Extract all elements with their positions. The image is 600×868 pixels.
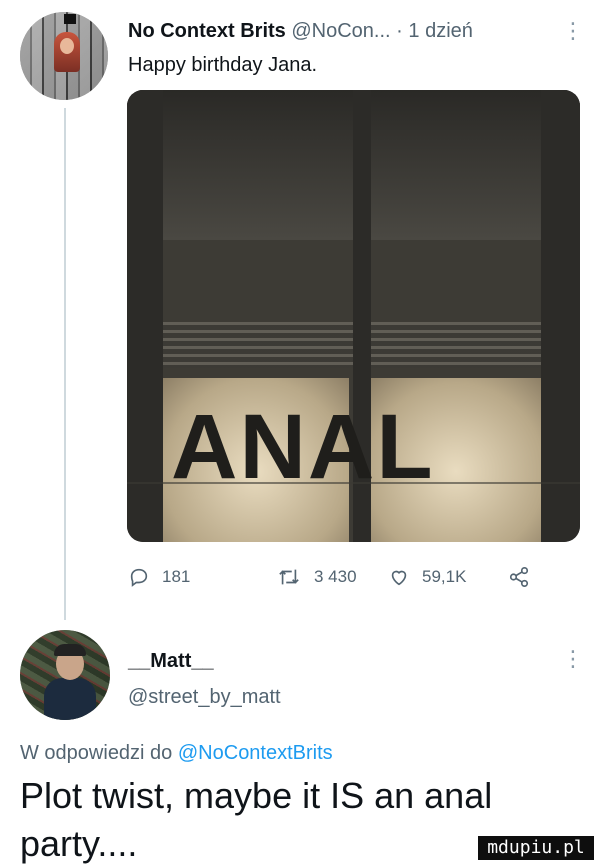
thread-connector-line <box>64 108 66 620</box>
share-icon <box>509 567 529 587</box>
retweet-button[interactable]: 3 430 <box>276 566 357 588</box>
replying-to-link[interactable]: @NoContextBrits <box>178 742 333 764</box>
share-button[interactable] <box>508 566 530 588</box>
author-avatar[interactable] <box>20 12 108 100</box>
replying-to-prefix: W odpowiedzi do <box>20 742 173 764</box>
reply-author-handle[interactable]: @street_by_matt <box>128 686 281 709</box>
more-vertical-icon[interactable]: ⋮ <box>562 648 584 670</box>
reply-icon <box>130 568 148 587</box>
tweet-timestamp[interactable]: 1 dzień <box>408 20 473 42</box>
reply-count: 181 <box>162 567 191 586</box>
heart-icon <box>391 570 407 586</box>
separator-dot: · <box>396 20 403 42</box>
retweet-count: 3 430 <box>314 567 357 586</box>
site-watermark: mdupiu.pl <box>478 836 594 860</box>
tweet-media-image[interactable]: ANAL <box>127 90 580 542</box>
reply-author-avatar[interactable] <box>20 630 110 720</box>
tweet-text: Happy birthday Jana. <box>128 54 318 76</box>
tweet-header: No Context Brits @NoCon... · 1 dzień <box>128 20 473 43</box>
retweet-icon <box>279 569 299 585</box>
like-count: 59,1K <box>422 567 467 586</box>
balloon-letters: ANAL <box>171 396 435 498</box>
reply-author-name[interactable]: __Matt__ <box>128 650 214 673</box>
more-vertical-icon[interactable]: ⋮ <box>562 20 584 42</box>
like-button[interactable]: 59,1K <box>388 566 466 588</box>
author-name[interactable]: No Context Brits <box>128 20 286 42</box>
replying-to-line: W odpowiedzi do @NoContextBrits <box>20 742 333 765</box>
reply-button[interactable]: 181 <box>128 566 190 588</box>
author-handle[interactable]: @NoCon... <box>291 20 390 42</box>
